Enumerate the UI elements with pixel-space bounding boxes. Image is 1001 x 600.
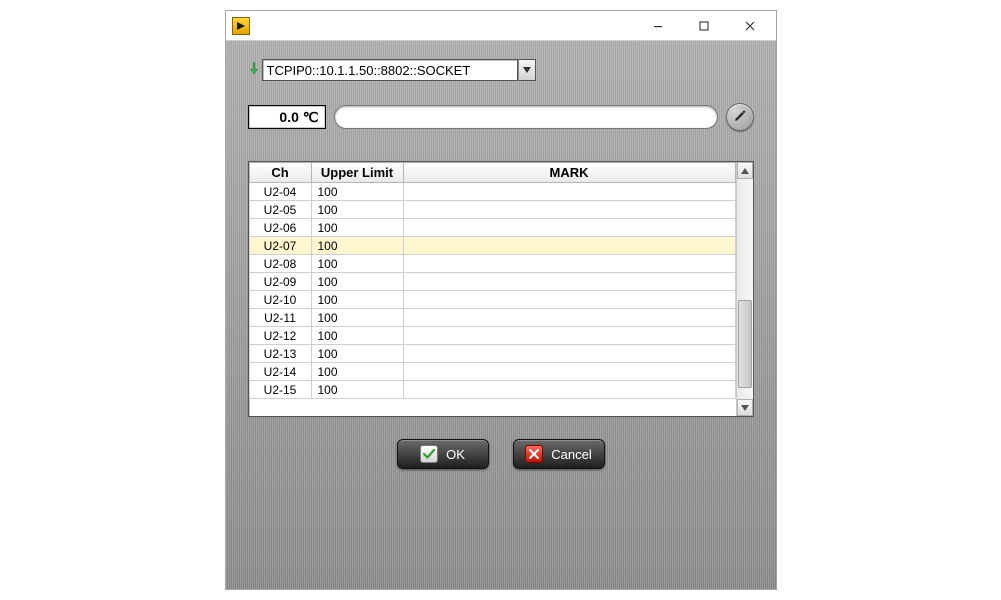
table-row[interactable]: U2-05100 <box>249 201 735 219</box>
cell-limit[interactable]: 100 <box>311 183 403 201</box>
scroll-thumb[interactable] <box>738 300 752 388</box>
cell-limit[interactable]: 100 <box>311 273 403 291</box>
resource-row <box>248 59 754 81</box>
channel-table: Ch Upper Limit MARK U2-04100U2-05100U2-0… <box>248 161 754 417</box>
table-row[interactable]: U2-11100 <box>249 309 735 327</box>
minimize-button[interactable] <box>636 13 680 39</box>
app-icon <box>232 17 250 35</box>
table-row[interactable]: U2-15100 <box>249 381 735 399</box>
cell-limit[interactable]: 100 <box>311 381 403 399</box>
temperature-row: 0.0 ℃ <box>248 103 754 131</box>
x-icon <box>525 445 543 463</box>
temperature-display: 0.0 ℃ <box>248 105 326 129</box>
cell-ch[interactable]: U2-05 <box>249 201 311 219</box>
client-area: 0.0 ℃ Ch Upper Limit MARK <box>226 41 776 589</box>
cell-mark[interactable] <box>403 273 735 291</box>
cell-ch[interactable]: U2-12 <box>249 327 311 345</box>
cell-limit[interactable]: 100 <box>311 309 403 327</box>
cell-ch[interactable]: U2-11 <box>249 309 311 327</box>
cell-limit[interactable]: 100 <box>311 345 403 363</box>
cell-limit[interactable]: 100 <box>311 327 403 345</box>
check-icon <box>420 445 438 463</box>
table-row[interactable]: U2-07100 <box>249 237 735 255</box>
table-row[interactable]: U2-08100 <box>249 255 735 273</box>
cell-ch[interactable]: U2-06 <box>249 219 311 237</box>
cell-mark[interactable] <box>403 219 735 237</box>
cell-ch[interactable]: U2-09 <box>249 273 311 291</box>
dialog-window: 0.0 ℃ Ch Upper Limit MARK <box>225 10 777 590</box>
cell-ch[interactable]: U2-08 <box>249 255 311 273</box>
scroll-track[interactable] <box>737 179 753 399</box>
close-button[interactable] <box>728 13 772 39</box>
cell-limit[interactable]: 100 <box>311 363 403 381</box>
cell-limit[interactable]: 100 <box>311 255 403 273</box>
table-row[interactable]: U2-09100 <box>249 273 735 291</box>
cancel-button[interactable]: Cancel <box>513 439 605 469</box>
header-limit[interactable]: Upper Limit <box>311 163 403 183</box>
action-row: OK Cancel <box>248 439 754 469</box>
table-scrollbar[interactable] <box>736 162 753 416</box>
header-mark[interactable]: MARK <box>403 163 735 183</box>
table-row[interactable]: U2-06100 <box>249 219 735 237</box>
visa-resource-dropdown[interactable] <box>518 59 536 81</box>
cell-ch[interactable]: U2-14 <box>249 363 311 381</box>
ok-button-label: OK <box>446 447 465 462</box>
scroll-up-button[interactable] <box>737 162 753 179</box>
cell-limit[interactable]: 100 <box>311 219 403 237</box>
table-row[interactable]: U2-14100 <box>249 363 735 381</box>
cell-mark[interactable] <box>403 345 735 363</box>
cell-mark[interactable] <box>403 237 735 255</box>
cell-limit[interactable]: 100 <box>311 291 403 309</box>
cell-mark[interactable] <box>403 255 735 273</box>
cell-mark[interactable] <box>403 381 735 399</box>
cell-limit[interactable]: 100 <box>311 237 403 255</box>
edit-button[interactable] <box>726 103 754 131</box>
table-row[interactable]: U2-04100 <box>249 183 735 201</box>
cell-ch[interactable]: U2-10 <box>249 291 311 309</box>
cell-mark[interactable] <box>403 183 735 201</box>
maximize-button[interactable] <box>682 13 726 39</box>
window-controls <box>636 13 772 39</box>
ok-button[interactable]: OK <box>397 439 489 469</box>
cell-limit[interactable]: 100 <box>311 201 403 219</box>
cell-mark[interactable] <box>403 201 735 219</box>
titlebar <box>226 11 776 41</box>
header-ch[interactable]: Ch <box>249 163 311 183</box>
cell-ch[interactable]: U2-15 <box>249 381 311 399</box>
cell-mark[interactable] <box>403 327 735 345</box>
visa-io-icon <box>248 60 260 80</box>
visa-resource-input[interactable] <box>262 59 518 81</box>
cell-ch[interactable]: U2-07 <box>249 237 311 255</box>
cell-mark[interactable] <box>403 291 735 309</box>
channel-grid[interactable]: Ch Upper Limit MARK U2-04100U2-05100U2-0… <box>249 162 736 399</box>
scroll-down-button[interactable] <box>737 399 753 416</box>
cell-ch[interactable]: U2-13 <box>249 345 311 363</box>
table-row[interactable]: U2-13100 <box>249 345 735 363</box>
cancel-button-label: Cancel <box>551 447 591 462</box>
cell-mark[interactable] <box>403 309 735 327</box>
cell-mark[interactable] <box>403 363 735 381</box>
cell-ch[interactable]: U2-04 <box>249 183 311 201</box>
table-row[interactable]: U2-12100 <box>249 327 735 345</box>
mark-text-input[interactable] <box>334 105 718 129</box>
pencil-icon <box>733 109 747 126</box>
table-row[interactable]: U2-10100 <box>249 291 735 309</box>
